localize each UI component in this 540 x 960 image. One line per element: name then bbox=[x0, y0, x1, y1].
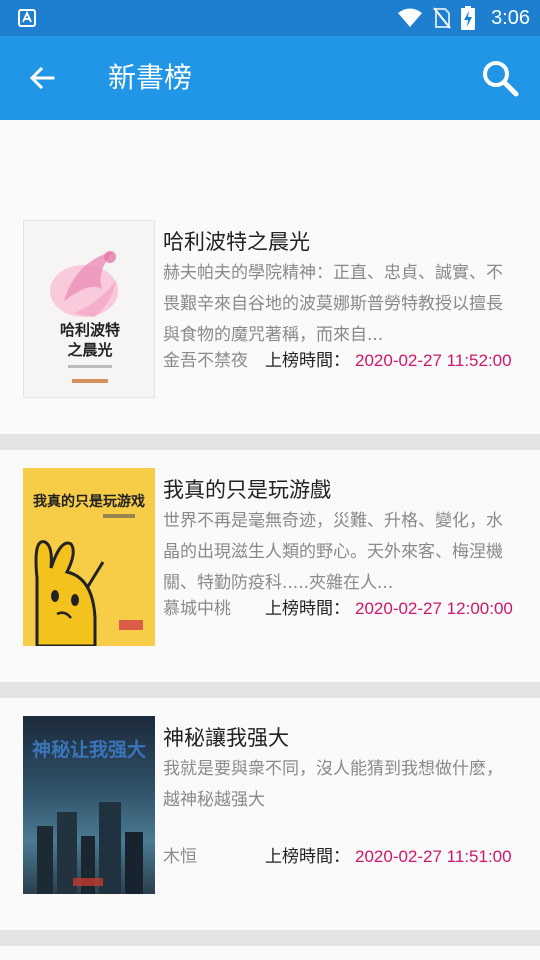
arrow-left-icon bbox=[29, 66, 55, 90]
list-item[interactable]: 神秘让我强大 神秘讓我强大 我就是要與衆不同，沒人能猜到我想做什麽，越神秘越强大… bbox=[0, 698, 540, 930]
divider bbox=[0, 682, 540, 698]
book-author: 慕城中桃 bbox=[163, 599, 231, 619]
wifi-icon bbox=[398, 8, 423, 27]
page-title: 新書榜 bbox=[108, 61, 193, 94]
listed-time: 2020-02-27 12:00:00 bbox=[355, 599, 513, 618]
book-author: 金吾不禁夜 bbox=[163, 351, 248, 371]
battery-charging-icon bbox=[461, 6, 476, 30]
divider bbox=[0, 434, 540, 450]
list-item[interactable]: 哈利波特 之晨光 哈利波特之晨光 赫夫帕夫的學院精神：正直、忠貞、誠實、不畏艱辛… bbox=[0, 202, 540, 434]
cover-title: 哈利波特 bbox=[60, 321, 120, 339]
listed-time-label: 上榜時間： bbox=[265, 351, 350, 371]
book-title: 神秘讓我强大 bbox=[163, 726, 289, 750]
book-description: 我就是要與衆不同，沒人能猜到我想做什麽，越神秘越强大 bbox=[163, 759, 503, 810]
book-author: 木恒 bbox=[163, 847, 197, 867]
no-sim-icon bbox=[433, 7, 451, 29]
svg-text:之晨光: 之晨光 bbox=[67, 341, 112, 359]
phoenix-cover-art: 哈利波特 之晨光 bbox=[50, 251, 120, 383]
divider bbox=[0, 930, 540, 946]
back-button[interactable] bbox=[22, 58, 62, 98]
cover-title: 神秘让我强大 bbox=[32, 738, 146, 761]
book-description: 世界不再是毫無奇迹，災難、升格、變化，水晶的出現滋生人類的野心。天外來客、梅涅機… bbox=[163, 511, 503, 593]
cover-title: 我真的只是玩游戏 bbox=[33, 493, 145, 510]
listed-time: 2020-02-27 11:52:00 bbox=[355, 351, 512, 370]
rabbit-cover-art: 我真的只是玩游戏 bbox=[33, 493, 145, 646]
app-bar: 新書榜 bbox=[0, 36, 540, 120]
book-cover: 我真的只是玩游戏 bbox=[23, 468, 155, 646]
search-icon bbox=[483, 61, 519, 97]
book-cover: 神秘让我强大 bbox=[23, 716, 155, 894]
listed-time-label: 上榜時間： bbox=[265, 847, 350, 867]
book-cover: 哈利波特 之晨光 bbox=[23, 220, 155, 398]
listed-time: 2020-02-27 11:51:00 bbox=[355, 847, 512, 866]
book-title: 哈利波特之晨光 bbox=[163, 230, 310, 254]
city-cover-art: 神秘让我强大 bbox=[32, 738, 146, 894]
book-list: 哈利波特 之晨光 哈利波特之晨光 赫夫帕夫的學院精神：正直、忠貞、誠實、不畏艱辛… bbox=[0, 120, 540, 960]
list-item[interactable]: 我真的只是玩游戏 我真的只是玩游戲 世界不再是毫無奇迹，災難、升格、變化，水晶的… bbox=[0, 450, 540, 682]
search-button[interactable] bbox=[478, 56, 522, 100]
book-description: 赫夫帕夫的學院精神：正直、忠貞、誠實、不畏艱辛來自谷地的波莫娜斯普勞特教授以擅長… bbox=[163, 263, 503, 345]
book-title: 我真的只是玩游戲 bbox=[163, 478, 331, 502]
notification-app-icon bbox=[18, 9, 36, 27]
status-time: 3:06 bbox=[491, 6, 530, 29]
listed-time-label: 上榜時間： bbox=[265, 599, 350, 619]
status-bar: 3:06 bbox=[0, 0, 540, 36]
